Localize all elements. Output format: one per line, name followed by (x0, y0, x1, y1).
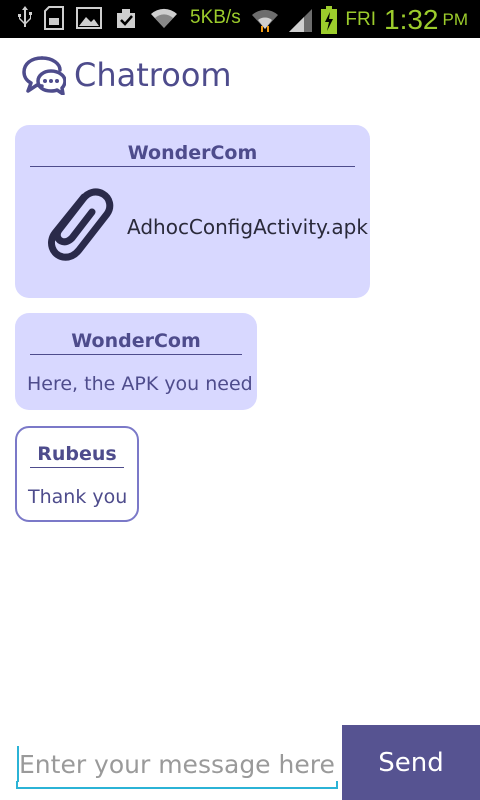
status-bar-left: 5KB/s (18, 6, 241, 30)
message-input-wrapper (16, 737, 338, 795)
input-underline-tick (336, 781, 338, 789)
sender-divider (30, 467, 124, 468)
status-bar-right: FRI 1:32 PM (251, 4, 468, 36)
network-speed: 5KB/s (190, 7, 241, 28)
message-text: Here, the APK you need (27, 373, 253, 395)
message-bubble-outgoing: Rubeus Thank you (15, 426, 139, 522)
chat-bubbles-icon (22, 55, 67, 96)
status-bar: 5KB/s FRI 1:32 PM (0, 0, 480, 38)
message-sender: Rubeus (37, 443, 117, 465)
battery-charging-icon (321, 6, 338, 34)
message-sender: WonderCom (71, 330, 201, 352)
attachment-filename[interactable]: AdhocConfigActivity.apk (127, 215, 368, 239)
paperclip-icon[interactable] (39, 183, 117, 267)
text-cursor (17, 746, 19, 782)
usb-icon (18, 6, 32, 30)
status-time: 1:32 (384, 4, 439, 35)
message-input[interactable] (16, 737, 338, 791)
title-bar: Chatroom (0, 38, 480, 116)
sd-card-icon (44, 6, 64, 30)
send-button[interactable]: Send (342, 725, 480, 800)
message-composer: Send (0, 725, 480, 800)
message-text: Thank you (28, 486, 128, 508)
sender-divider (30, 166, 355, 167)
status-day: FRI (345, 9, 376, 30)
wifi-icon (150, 7, 178, 29)
download-done-icon (114, 6, 138, 30)
message-sender: WonderCom (127, 142, 258, 164)
input-underline (16, 787, 338, 789)
sender-divider (30, 354, 242, 355)
message-bubble: WonderCom Here, the APK you need (15, 313, 257, 410)
message-bubble-file[interactable]: WonderCom AdhocConfigActivity.apk (15, 125, 370, 298)
signal-icon (287, 7, 313, 33)
input-underline-tick (16, 781, 18, 789)
image-icon (76, 7, 102, 29)
page-title: Chatroom (74, 56, 232, 94)
wifi-icon (251, 7, 279, 33)
status-ampm: PM (442, 10, 469, 29)
